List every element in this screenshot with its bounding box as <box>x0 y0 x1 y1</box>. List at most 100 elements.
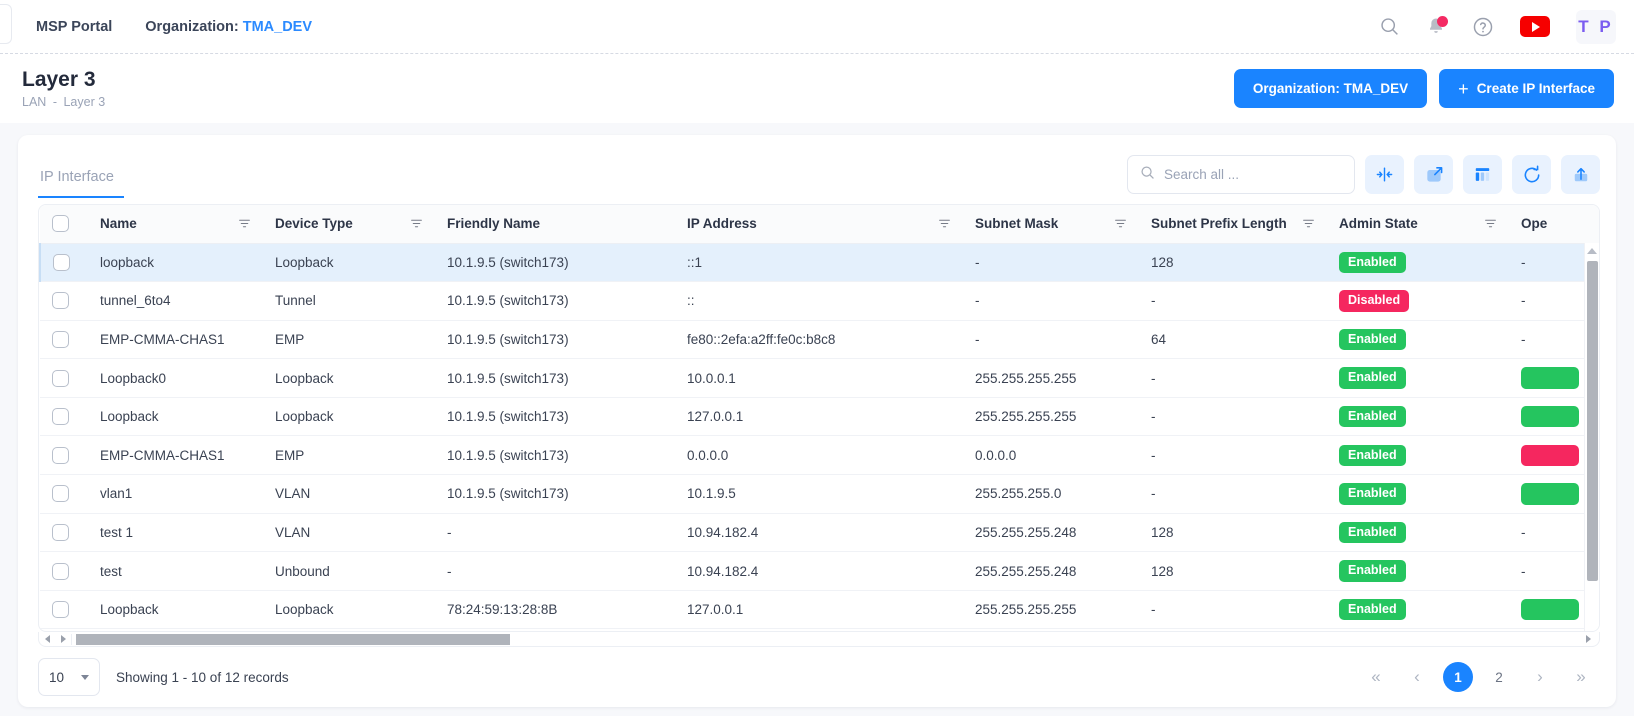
status-badge <box>1521 445 1579 467</box>
pagination-first-button[interactable]: « <box>1361 662 1391 692</box>
help-circle-icon[interactable] <box>1472 16 1494 38</box>
card-toolbar-row: IP Interface <box>18 135 1616 198</box>
column-header-device-type[interactable]: Device Type <box>263 205 435 243</box>
pagination-last-button[interactable]: » <box>1566 662 1596 692</box>
table-header: Name Device Type <box>40 205 1600 243</box>
column-header-operational-state[interactable]: Ope <box>1509 205 1600 243</box>
row-checkbox[interactable] <box>52 331 69 348</box>
table-row[interactable]: EMP-CMMA-CHAS1EMP10.1.9.5 (switch173)fe8… <box>40 320 1600 359</box>
column-header-friendly-name[interactable]: Friendly Name <box>435 205 675 243</box>
column-header-admin-state[interactable]: Admin State <box>1327 205 1509 243</box>
status-badge <box>1521 483 1579 505</box>
cell-friendly-name: 10.1.9.5 (switch173) <box>435 436 675 475</box>
row-checkbox[interactable] <box>52 292 69 309</box>
row-checkbox[interactable] <box>52 601 69 618</box>
youtube-icon[interactable] <box>1520 16 1550 37</box>
cell-name: loopback <box>88 243 263 282</box>
cell-admin-state: Enabled <box>1327 243 1509 282</box>
pagination-next-button[interactable]: › <box>1525 662 1555 692</box>
filter-icon[interactable] <box>1114 217 1127 230</box>
row-checkbox[interactable] <box>52 563 69 580</box>
column-header-subnet-mask[interactable]: Subnet Mask <box>963 205 1139 243</box>
row-checkbox[interactable] <box>53 254 70 271</box>
status-badge: Enabled <box>1339 445 1406 467</box>
table-row[interactable]: vlan1VLAN10.1.9.5 (switch173)10.1.9.5255… <box>40 475 1600 514</box>
pagination-prev-button[interactable]: ‹ <box>1402 662 1432 692</box>
filter-icon[interactable] <box>938 217 951 230</box>
column-header-ip-address[interactable]: IP Address <box>675 205 963 243</box>
scroll-right-arrow-icon[interactable] <box>55 635 71 643</box>
cell-subnet-prefix-length: 128 <box>1139 513 1327 552</box>
cell-device-type: Loopback <box>263 243 435 282</box>
filter-icon[interactable] <box>1484 217 1497 230</box>
table-row[interactable]: testUnbound-10.94.182.4255.255.255.24812… <box>40 552 1600 591</box>
cell-friendly-name: 10.1.9.5 (switch173) <box>435 282 675 321</box>
filter-icon[interactable] <box>410 217 423 230</box>
row-checkbox[interactable] <box>52 408 69 425</box>
page-size-value: 10 <box>49 670 64 685</box>
vertical-scrollbar-thumb[interactable] <box>1587 261 1598 581</box>
cell-name: EMP-CMMA-CHAS1 <box>88 436 263 475</box>
organization-button[interactable]: Organization: TMA_DEV <box>1234 69 1427 108</box>
sidebar-rail-nub[interactable] <box>0 4 12 44</box>
select-all-checkbox[interactable] <box>52 215 69 232</box>
tab-ip-interface[interactable]: IP Interface <box>38 169 124 198</box>
column-header-subnet-prefix-length-label: Subnet Prefix Length <box>1151 216 1287 231</box>
horizontal-scrollbar-track[interactable] <box>71 634 1577 645</box>
status-badge: Enabled <box>1339 329 1406 351</box>
table-row[interactable]: tunnel_6to4Tunnel10.1.9.5 (switch173)::-… <box>40 282 1600 321</box>
column-settings-icon[interactable] <box>1463 155 1502 194</box>
row-select-cell <box>40 436 88 475</box>
breadcrumb-parent[interactable]: LAN <box>22 95 46 109</box>
cell-subnet-prefix-length: - <box>1139 282 1327 321</box>
scroll-left-arrow-icon[interactable] <box>39 635 55 643</box>
row-select-cell <box>40 513 88 552</box>
scroll-up-arrow-icon[interactable] <box>1587 248 1597 254</box>
cell-subnet-prefix-length: - <box>1139 359 1327 398</box>
table-horizontal-scrollbar[interactable] <box>38 632 1600 647</box>
filter-icon[interactable] <box>238 217 251 230</box>
cell-device-type: Unbound <box>263 552 435 591</box>
column-header-name[interactable]: Name <box>88 205 263 243</box>
expand-icon[interactable] <box>1414 155 1453 194</box>
row-checkbox[interactable] <box>52 447 69 464</box>
cell-admin-state: Enabled <box>1327 320 1509 359</box>
select-all-header <box>40 205 88 243</box>
search-input[interactable] <box>1164 167 1342 182</box>
row-checkbox[interactable] <box>52 370 69 387</box>
cell-device-type: EMP <box>263 320 435 359</box>
msp-portal-label[interactable]: MSP Portal <box>36 19 112 35</box>
pagination-page-2[interactable]: 2 <box>1484 662 1514 692</box>
bell-icon[interactable] <box>1426 16 1446 37</box>
scroll-right-end-arrow-icon[interactable] <box>1577 635 1599 643</box>
column-header-subnet-prefix-length[interactable]: Subnet Prefix Length <box>1139 205 1327 243</box>
table-row[interactable]: test 1VLAN-10.94.182.4255.255.255.248128… <box>40 513 1600 552</box>
breadcrumb: LAN - Layer 3 <box>22 95 105 109</box>
refresh-icon[interactable] <box>1512 155 1551 194</box>
table-row[interactable]: loopbackLoopback10.1.9.5 (switch173)::1-… <box>40 243 1600 282</box>
search-icon[interactable] <box>1379 16 1400 37</box>
horizontal-scrollbar-thumb[interactable] <box>76 634 510 645</box>
export-icon[interactable] <box>1561 155 1600 194</box>
table-vertical-scrollbar[interactable] <box>1584 243 1599 631</box>
cell-subnet-mask: 255.255.255.255 <box>963 359 1139 398</box>
row-checkbox[interactable] <box>52 485 69 502</box>
fit-columns-icon[interactable] <box>1365 155 1404 194</box>
table-header-row: Name Device Type <box>40 205 1600 243</box>
create-ip-interface-button[interactable]: + Create IP Interface <box>1439 69 1614 108</box>
table-row[interactable]: LoopbackLoopback10.1.9.5 (switch173)127.… <box>40 397 1600 436</box>
table-row[interactable]: EMP-CMMA-CHAS1EMP10.1.9.5 (switch173)0.0… <box>40 436 1600 475</box>
ip-interface-card: IP Interface <box>18 135 1616 707</box>
breadcrumb-separator: - <box>53 95 57 109</box>
ip-interface-table: Name Device Type <box>39 205 1600 629</box>
cell-subnet-mask: 255.255.255.248 <box>963 513 1139 552</box>
avatar[interactable]: T P <box>1576 10 1616 44</box>
filter-icon[interactable] <box>1302 217 1315 230</box>
table-row[interactable]: LoopbackLoopback78:24:59:13:28:8B127.0.0… <box>40 590 1600 629</box>
organization-value[interactable]: TMA_DEV <box>243 19 312 35</box>
page-size-select[interactable]: 10 <box>38 658 100 696</box>
pagination-page-1[interactable]: 1 <box>1443 662 1473 692</box>
table-row[interactable]: Loopback0Loopback10.1.9.5 (switch173)10.… <box>40 359 1600 398</box>
row-checkbox[interactable] <box>52 524 69 541</box>
search-box[interactable] <box>1127 155 1355 194</box>
